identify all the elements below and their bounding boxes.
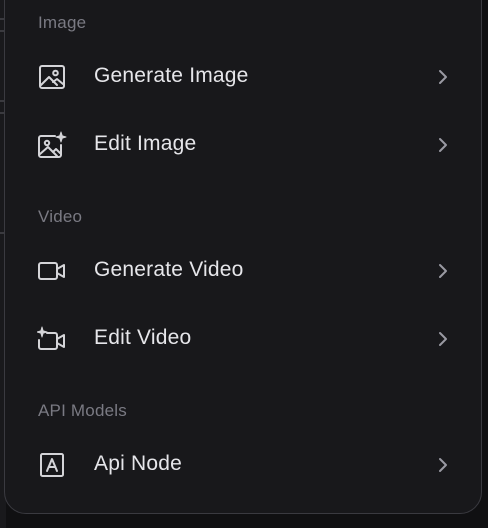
section-label-image: Image xyxy=(38,13,87,32)
menu-item-generate-image[interactable]: Generate Image xyxy=(21,49,465,105)
chevron-right-icon xyxy=(433,67,453,87)
video-sparkle-icon xyxy=(37,324,67,354)
menu-item-label: Generate Video xyxy=(94,258,244,281)
chevron-right-icon xyxy=(433,329,453,349)
node-type-menu: Image Generate Image Edit Image Video Ge… xyxy=(4,0,482,514)
menu-item-label: Generate Image xyxy=(94,64,249,87)
menu-item-api-node[interactable]: Api Node xyxy=(21,437,465,493)
app-screen: Image Generate Image Edit Image Video Ge… xyxy=(0,0,488,528)
image-sparkle-icon xyxy=(37,130,67,160)
chevron-right-icon xyxy=(433,455,453,475)
menu-item-label: Api Node xyxy=(94,452,182,475)
chevron-right-icon xyxy=(433,135,453,155)
api-box-icon xyxy=(37,450,67,480)
video-camera-icon xyxy=(37,256,67,286)
menu-item-edit-video[interactable]: Edit Video xyxy=(21,311,465,367)
menu-item-label: Edit Image xyxy=(94,132,197,155)
menu-item-label: Edit Video xyxy=(94,326,192,349)
chevron-right-icon xyxy=(433,261,453,281)
image-icon xyxy=(37,62,67,92)
menu-item-edit-image[interactable]: Edit Image xyxy=(21,117,465,173)
section-label-api-models: API Models xyxy=(38,401,127,420)
menu-item-generate-video[interactable]: Generate Video xyxy=(21,243,465,299)
section-label-video: Video xyxy=(38,207,83,226)
